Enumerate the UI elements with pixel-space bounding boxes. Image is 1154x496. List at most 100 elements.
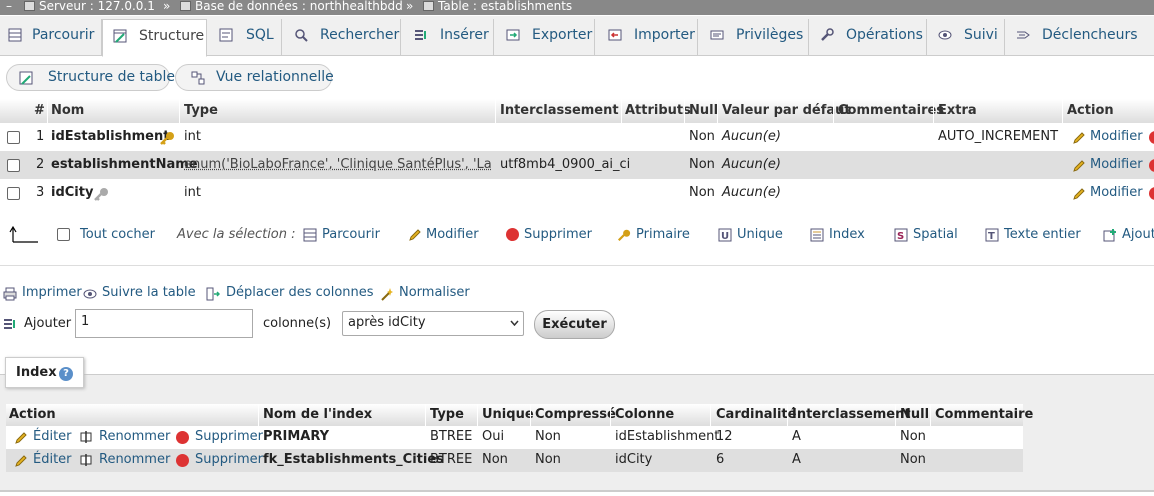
info-icon[interactable]: ? xyxy=(59,367,73,381)
check-all-checkbox[interactable] xyxy=(57,228,70,241)
header-type[interactable]: Type xyxy=(184,103,218,118)
header-null: Null xyxy=(900,407,930,422)
position-selected-value: après idCity xyxy=(348,315,426,330)
header-name[interactable]: Nom xyxy=(51,103,84,118)
index-null: Non xyxy=(900,429,926,444)
tab-search[interactable]: Rechercher xyxy=(283,19,401,56)
header-null[interactable]: Null xyxy=(689,103,718,118)
bulk-browse-button[interactable]: Parcourir xyxy=(322,227,380,242)
delete-index-link[interactable]: Supprimer xyxy=(195,429,263,444)
tab-tracking[interactable]: Suivi xyxy=(928,19,1005,56)
modify-link[interactable]: Modifier xyxy=(1090,157,1143,172)
tab-triggers[interactable]: Déclencheurs xyxy=(1006,19,1154,56)
bulk-primary-button[interactable]: Primaire xyxy=(636,227,690,242)
normalize-link[interactable]: Normaliser xyxy=(399,285,470,300)
eye-icon xyxy=(938,30,952,40)
edit-index-link[interactable]: Éditer xyxy=(33,429,72,444)
track-table-link[interactable]: Suivre la table xyxy=(102,285,196,300)
print-link[interactable]: Imprimer xyxy=(22,285,82,300)
tab-browse[interactable]: Parcourir xyxy=(0,19,102,56)
tab-privileges[interactable]: Privilèges xyxy=(699,19,809,56)
table-row: 1 idEstablishment int Non Aucun(e) AUTO_… xyxy=(0,123,1154,151)
column-default: Aucun(e) xyxy=(722,157,781,172)
tab-import[interactable]: Importer xyxy=(596,19,698,56)
column-extra: AUTO_INCREMENT xyxy=(938,129,1059,144)
add-label: Ajouter xyxy=(24,316,72,331)
bulk-delete-button[interactable]: Supprimer xyxy=(524,227,592,242)
normalize-icon xyxy=(381,288,393,301)
header-collation: Interclassement xyxy=(792,407,911,422)
breadcrumb-table[interactable]: Table : establishments xyxy=(423,0,572,13)
delete-index-link[interactable]: Supprimer xyxy=(195,452,263,467)
relation-view-button[interactable]: Vue relationnelle xyxy=(175,64,334,91)
edit-index-link[interactable]: Éditer xyxy=(33,452,72,467)
tab-label: Déclencheurs xyxy=(1042,27,1138,43)
column-position-select[interactable]: après idCity xyxy=(342,311,524,336)
delete-icon[interactable] xyxy=(1149,187,1154,200)
index-unique: Oui xyxy=(482,429,505,444)
tab-label: Privilèges xyxy=(736,27,804,43)
tab-insert[interactable]: Insérer xyxy=(402,19,494,56)
index-row: Éditer Renommer Supprimer PRIMARY BTREE … xyxy=(6,426,1023,449)
move-columns-link[interactable]: Déplacer des colonnes xyxy=(226,285,374,300)
check-all-label[interactable]: Tout cocher xyxy=(80,227,155,242)
index-type: BTREE xyxy=(430,429,473,444)
pencil-icon xyxy=(15,432,27,444)
index-name: fk_Establishments_Cities xyxy=(263,452,444,467)
breadcrumb-server[interactable]: Serveur : 127.0.0.1 xyxy=(24,0,155,13)
header-extra[interactable]: Extra xyxy=(938,103,977,118)
bulk-index-button[interactable]: Index xyxy=(829,227,865,242)
tab-bar: Parcourir Structure SQL Rechercher Insér… xyxy=(0,16,1154,57)
rename-index-link[interactable]: Renommer xyxy=(99,452,170,467)
bulk-modify-button[interactable]: Modifier xyxy=(426,227,479,242)
index-key-icon xyxy=(94,188,108,201)
bulk-add-button[interactable]: Ajoute xyxy=(1122,227,1154,242)
column-type: int xyxy=(184,185,201,200)
subnav-label: Structure de table xyxy=(48,69,175,85)
header-cardinality: Cardinalité xyxy=(716,407,797,422)
move-columns-icon xyxy=(206,287,220,301)
bulk-spatial-button[interactable]: Spatial xyxy=(913,227,958,242)
tab-label: SQL xyxy=(246,27,274,43)
tab-structure[interactable]: Structure xyxy=(102,19,207,57)
index-name: PRIMARY xyxy=(263,429,330,444)
header-type: Type xyxy=(430,407,464,422)
header-num[interactable]: # xyxy=(34,103,45,118)
header-collation[interactable]: Interclassement xyxy=(500,103,619,118)
column-collation: utf8mb4_0900_ai_ci xyxy=(500,157,631,172)
table-structure-button[interactable]: Structure de table xyxy=(6,64,175,91)
modify-link[interactable]: Modifier xyxy=(1090,185,1143,200)
modify-link[interactable]: Modifier xyxy=(1090,129,1143,144)
tab-operations[interactable]: Opérations xyxy=(810,19,927,56)
selection-bar: Tout cocher Avec la sélection : Parcouri… xyxy=(0,220,1154,250)
row-checkbox[interactable] xyxy=(7,159,20,172)
rename-index-link[interactable]: Renommer xyxy=(99,429,170,444)
index-column: idEstablishment xyxy=(615,429,720,444)
triggers-icon xyxy=(1017,31,1030,39)
tab-sql[interactable]: SQL xyxy=(208,19,282,56)
wrench-icon xyxy=(821,28,834,41)
with-selection-label: Avec la sélection : xyxy=(177,227,296,242)
tab-export[interactable]: Exporter xyxy=(495,19,595,56)
header-attributes[interactable]: Attributs xyxy=(625,103,691,118)
column-count-input[interactable]: 1 xyxy=(75,309,253,338)
rename-icon xyxy=(80,454,92,466)
browse-icon xyxy=(303,228,317,242)
svg-text:S: S xyxy=(897,231,904,242)
row-checkbox[interactable] xyxy=(7,187,20,200)
svg-text:T: T xyxy=(988,231,995,242)
breadcrumb-database[interactable]: Base de données : northhealthbdd xyxy=(180,0,403,13)
column-null: Non xyxy=(689,185,715,200)
delete-icon[interactable] xyxy=(1149,159,1154,172)
column-null: Non xyxy=(689,129,715,144)
bulk-fulltext-button[interactable]: Texte entier xyxy=(1004,227,1081,242)
bulk-unique-button[interactable]: Unique xyxy=(737,227,783,242)
column-default: Aucun(e) xyxy=(722,129,781,144)
insert-icon xyxy=(415,30,426,40)
header-comments[interactable]: Commentaires xyxy=(838,103,944,118)
row-checkbox[interactable] xyxy=(7,131,20,144)
header-default[interactable]: Valeur par défaut xyxy=(722,103,851,118)
column-type[interactable]: enum('BioLaboFrance', 'Clinique SantéPlu… xyxy=(184,157,491,172)
execute-button[interactable]: Exécuter xyxy=(534,310,615,339)
delete-icon[interactable] xyxy=(1149,131,1154,144)
